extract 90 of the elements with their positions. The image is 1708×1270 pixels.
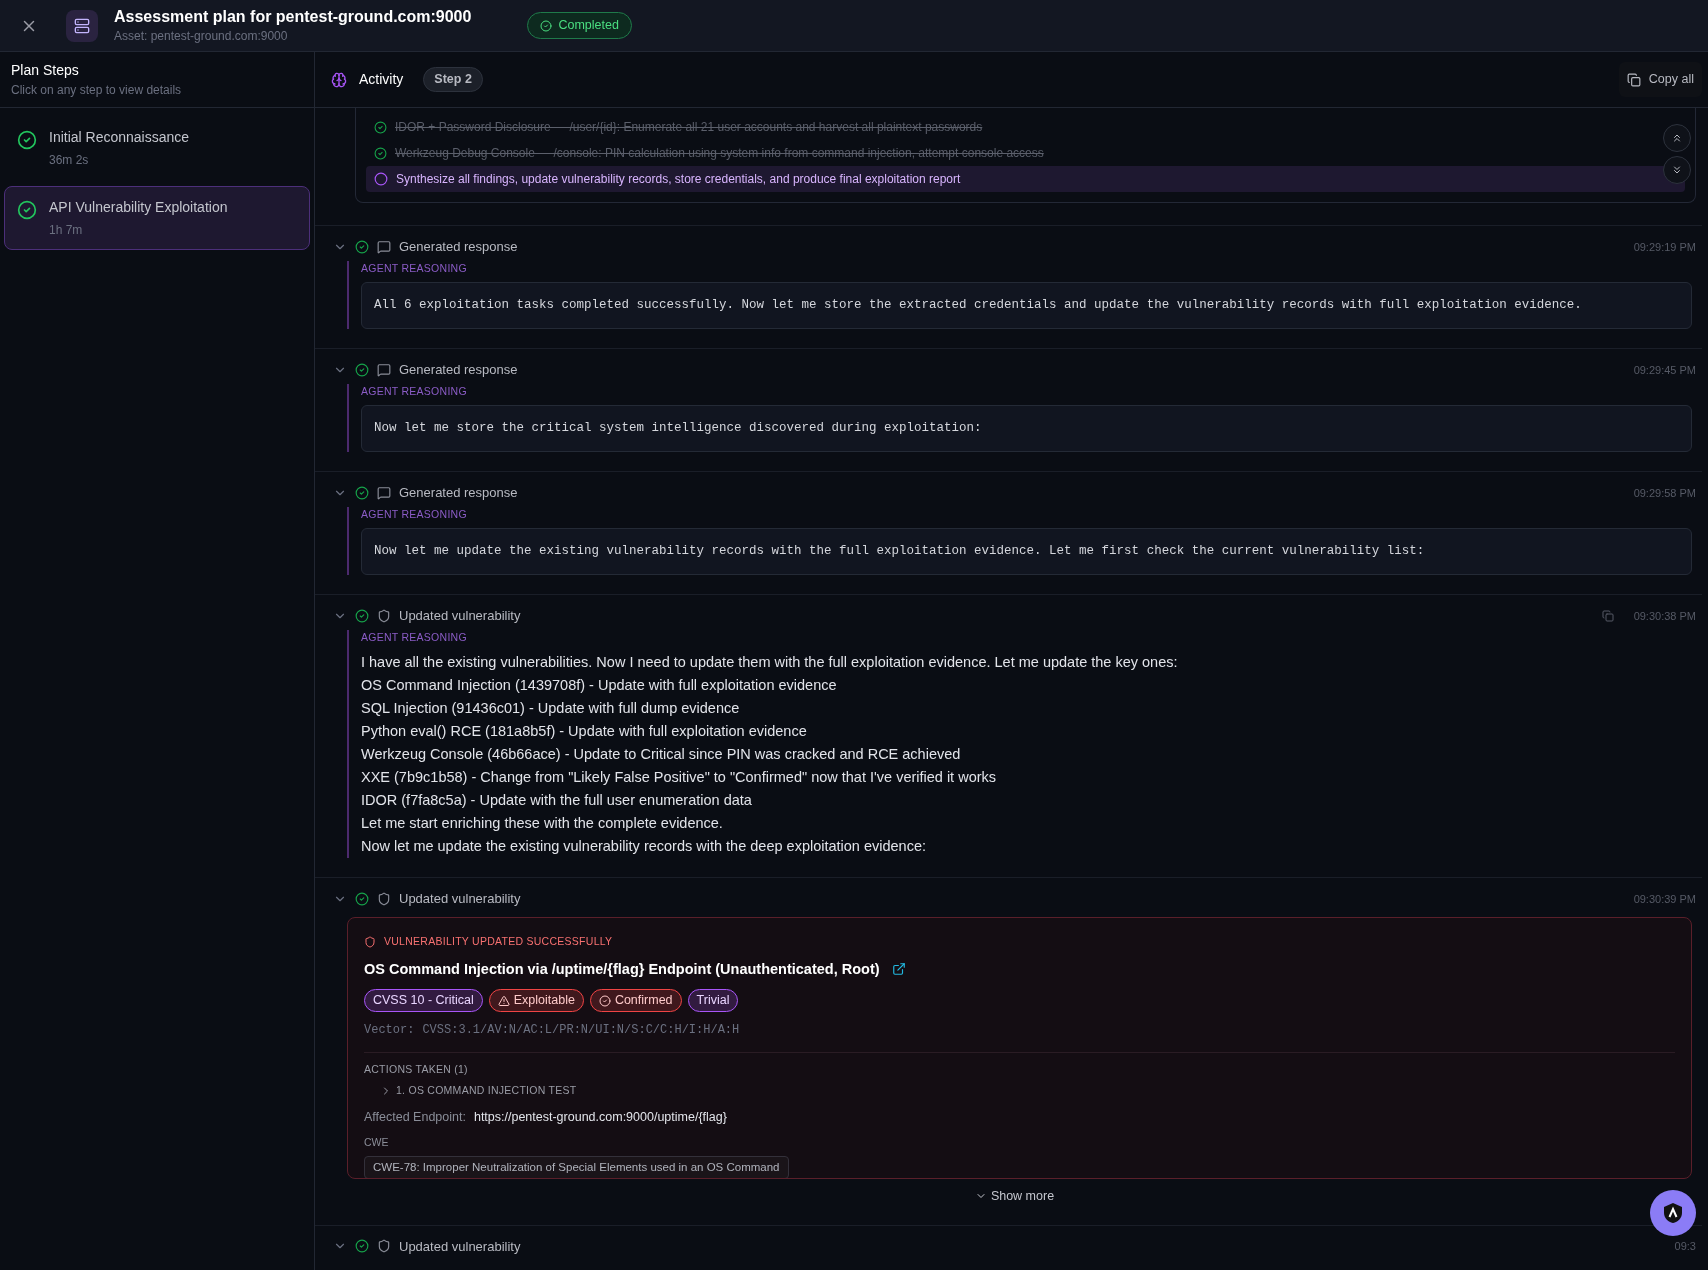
entry-title: Updated vulnerability (399, 1237, 521, 1256)
reasoning-line: OS Command Injection (1439708f) - Update with full exploitation evidence (361, 676, 838, 696)
show-more-button[interactable]: Show more (974, 1186, 1055, 1206)
entry-title: Generated response (399, 361, 518, 379)
entry-title: Generated response (399, 484, 518, 502)
check-icon (355, 485, 369, 500)
timestamp: 09:29:58 PM (1633, 485, 1696, 501)
page-title: Assessment plan for pentest-ground.com:9000 (114, 6, 472, 27)
vulnerability-title: OS Command Injection via /uptime/{flag} Endpoint (Unauthenticated, Root) (364, 959, 880, 979)
message-icon (377, 362, 391, 377)
endpoint-url: https://pentest-ground.com:9000/uptime/{flag} (473, 1108, 727, 1126)
shield-icon (377, 1239, 391, 1254)
check-icon (17, 200, 37, 220)
plan-step[interactable]: API Vulnerability Exploitation 1h 7m (4, 186, 310, 250)
reasoning-text: Now let me update the existing vulnerability records with the full exploitation evidence. Let me first check the current vulnerability list: (361, 528, 1692, 575)
reasoning-line: SQL Injection (91436c01) - Update with full dump evidence (361, 699, 741, 719)
circle-icon (374, 172, 388, 186)
entry-title: Updated vulnerability (399, 890, 521, 909)
status-badge: Completed (527, 12, 632, 39)
banner-text: VULNERABILITY UPDATED SUCCESSFULLY (384, 933, 613, 949)
reasoning-text: All 6 exploitation tasks completed successfully. Now let me store the extracted credentials and update the vulnerability records with full exploitation evidence. (361, 282, 1692, 329)
asset-label: Asset: pentest-ground.com:9000 (114, 27, 289, 45)
sidebar-title: Plan Steps (11, 61, 80, 80)
tag: Trivial (687, 989, 739, 1012)
scroll-top-button[interactable] (1663, 124, 1691, 152)
task-item: Synthesize all findings, update vulnerability records, store credentials, and produce final exploitation report (366, 166, 1685, 192)
section-label: CWE (364, 1135, 390, 1151)
step-badge: Step 2 (423, 67, 483, 92)
chevrons-down-icon (1671, 164, 1683, 176)
copy-icon (1626, 72, 1641, 87)
check-icon (17, 130, 37, 150)
check-icon (374, 120, 387, 134)
timestamp: 09:29:45 PM (1633, 362, 1696, 378)
chevrons-up-icon (1671, 132, 1683, 144)
reasoning-line: Let me start enriching these with the complete evidence. (361, 814, 724, 834)
entry-title: Generated response (399, 238, 518, 256)
shield-logo-icon (1661, 1201, 1685, 1225)
tag: Confirmed (589, 989, 682, 1012)
reasoning-line: IDOR (f7fa8c5a) - Update with the full user enumeration data (361, 791, 753, 811)
section-label: AGENT REASONING (361, 506, 468, 522)
entry-title: Updated vulnerability (399, 607, 521, 625)
reasoning-line: XXE (7b9c1b58) - Change from "Likely False Positive" to "Confirmed" now that I've verified it works (361, 768, 998, 788)
vector-value: CVSS:3.1/AV:N/AC:L/PR:N/UI:N/S:C/C:H/I:H/A:H (422, 1022, 740, 1039)
timestamp: 09:30:39 PM (1633, 891, 1696, 907)
section-label: AGENT REASONING (361, 629, 468, 645)
copy-icon[interactable] (1601, 609, 1614, 622)
brain-icon (331, 71, 347, 88)
step-name: API Vulnerability Exploitation (49, 198, 228, 217)
plan-step[interactable]: Initial Reconnaissance 36m 2s (4, 116, 310, 180)
check-icon (540, 19, 553, 32)
shield-icon (364, 935, 376, 948)
timestamp: 09:30:38 PM (1633, 608, 1696, 624)
shield-icon (377, 892, 391, 906)
assistant-button[interactable] (1650, 1190, 1696, 1236)
step-name: Initial Reconnaissance (49, 128, 190, 147)
message-icon (377, 239, 391, 254)
check-icon (355, 608, 369, 623)
copy-all-button[interactable]: Copy all (1618, 62, 1702, 97)
check-icon (598, 994, 611, 1007)
section-label: AGENT REASONING (361, 383, 468, 399)
reasoning-line: I have all the existing vulnerabilities. Now I need to update them with the full exploitation evidence. Let me update the key ones: (361, 653, 1179, 673)
external-link-icon[interactable] (891, 962, 906, 977)
section-label: AGENT REASONING (361, 260, 468, 276)
tag: CVSS 10 - Critical (364, 989, 483, 1012)
cwe-chip: CWE-78: Improper Neutralization of Special Elements used in an OS Command (364, 1156, 789, 1178)
reasoning-line: Now let me update the existing vulnerability records with the deep exploitation evidence: (361, 837, 928, 857)
vector-label: Vector: (364, 1022, 415, 1039)
activity-title: Activity (359, 70, 404, 89)
reasoning-text: Now let me store the critical system intelligence discovered during exploitation: (361, 405, 1692, 452)
warning-icon (497, 994, 510, 1007)
server-icon (66, 9, 98, 42)
scroll-bottom-button[interactable] (1663, 156, 1691, 184)
check-icon (355, 362, 369, 377)
timestamp: 09:3 (1674, 1239, 1696, 1254)
check-icon (355, 239, 369, 254)
step-duration: 1h 7m (49, 222, 84, 239)
message-icon (377, 485, 391, 500)
section-label: ACTIONS TAKEN (1) (364, 1062, 469, 1077)
endpoint-label: Affected Endpoint: (364, 1108, 466, 1126)
check-icon (374, 146, 387, 160)
reasoning-line: Werkzeug Console (46b66ace) - Update to Critical since PIN was cracked and RCE achieved (361, 745, 962, 765)
check-icon (355, 892, 369, 906)
check-icon (355, 1239, 369, 1254)
sidebar-subtitle: Click on any step to view details (11, 82, 183, 99)
tag: Exploitable (488, 989, 584, 1012)
step-duration: 36m 2s (49, 152, 90, 169)
action-item[interactable]: 1. OS COMMAND INJECTION TEST (380, 1082, 1675, 1099)
reasoning-line: Python eval() RCE (181a8b5f) - Update with full exploitation evidence (361, 722, 808, 742)
timestamp: 09:29:19 PM (1633, 239, 1696, 255)
shield-icon (377, 608, 391, 623)
